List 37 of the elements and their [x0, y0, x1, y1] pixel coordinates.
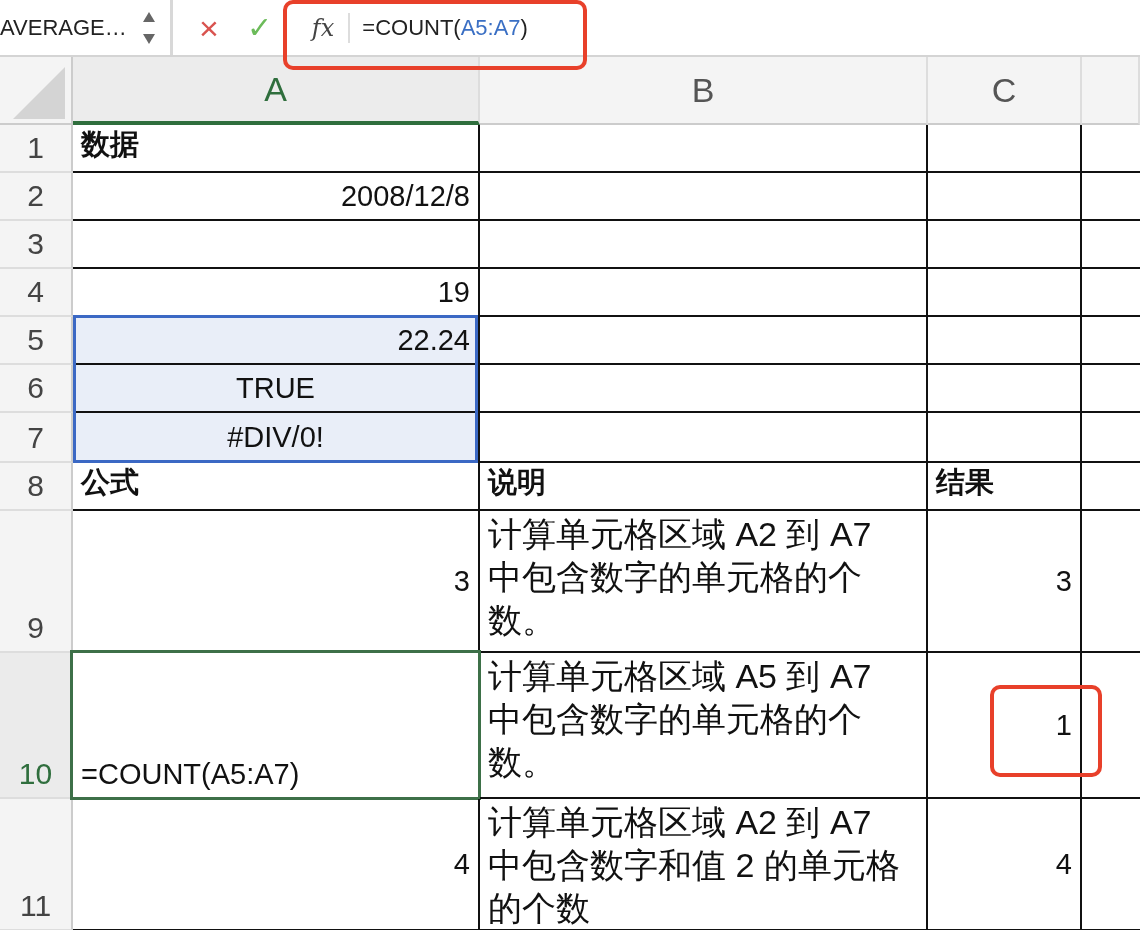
table-cell: 计算单元格区域 A2 到 A7 中包含数字的单元格的个数。	[480, 511, 928, 653]
table-cell: 1	[928, 653, 1082, 799]
table-cell: 4	[73, 799, 480, 930]
formula-field[interactable]: =COUNT(A5:A7)	[362, 14, 528, 41]
table-cell: TRUE	[73, 365, 480, 413]
table-cell: 计算单元格区域 A5 到 A7 中包含数字的单元格的个数。	[480, 653, 928, 799]
row-header[interactable]: 10	[0, 653, 73, 799]
row-header[interactable]: 5	[0, 317, 73, 365]
select-all-icon[interactable]	[13, 67, 65, 119]
row-header[interactable]: 7	[0, 413, 73, 463]
table-cell: 计算单元格区域 A2 到 A7 中包含数字和值 2 的单元格的个数	[480, 799, 928, 930]
table-cell: =COUNT(A5:A7)	[73, 653, 480, 799]
table-cell: 结果	[928, 463, 1082, 511]
row-header[interactable]: 2	[0, 173, 73, 221]
table-cell: 4	[928, 799, 1082, 930]
table-cell: 22.24	[73, 317, 480, 365]
column-header[interactable]: C	[928, 57, 1082, 125]
column-header[interactable]: A	[73, 57, 480, 125]
table-cell: 3	[928, 511, 1082, 653]
row-header[interactable]: 4	[0, 269, 73, 317]
row-header[interactable]: 8	[0, 463, 73, 511]
column-header[interactable]: B	[480, 57, 928, 125]
row-header[interactable]: 6	[0, 365, 73, 413]
insert-function-button[interactable]: fx	[311, 13, 335, 42]
row-header[interactable]: 11	[0, 799, 73, 930]
table-cell: 公式	[73, 463, 480, 511]
table-cell: #DIV/0!	[73, 413, 480, 463]
table-cell: 数据	[73, 125, 480, 173]
name-box[interactable]: AVERAGE…	[0, 14, 136, 41]
row-header[interactable]: 3	[0, 221, 73, 269]
table-cell: 说明	[480, 463, 928, 511]
table-cell: 2008/12/8	[73, 173, 480, 221]
cancel-button[interactable]: ×	[199, 10, 219, 45]
row-header[interactable]: 9	[0, 511, 73, 653]
row-header[interactable]: 1	[0, 125, 73, 173]
column-header[interactable]	[1082, 57, 1140, 125]
table-cell: 3	[73, 511, 480, 653]
